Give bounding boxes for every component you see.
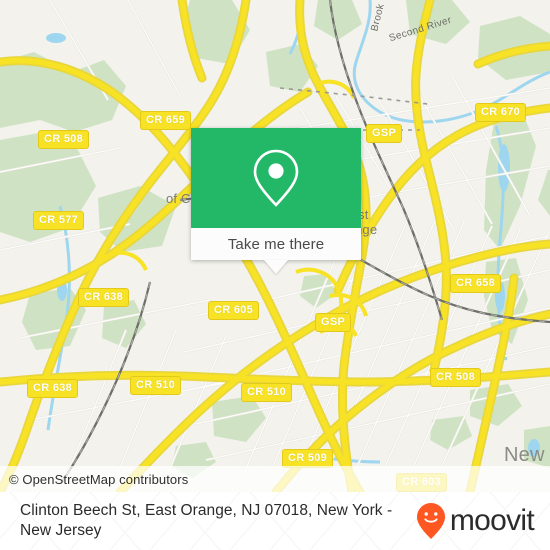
moovit-brand[interactable]: moovit xyxy=(416,502,542,540)
road-shield: GSP xyxy=(315,313,352,332)
map-canvas[interactable]: CR 659 CR 508 CR 670 GSP CR 577 CR 658 C… xyxy=(0,0,550,492)
footer-bar: Clinton Beech St, East Orange, NJ 07018,… xyxy=(0,492,550,550)
place-label: of C xyxy=(166,191,191,206)
map-pin-outline-icon xyxy=(253,149,299,207)
place-label: New xyxy=(504,444,545,466)
road-shield: CR 605 xyxy=(208,301,260,320)
road-shield: CR 638 xyxy=(27,379,79,398)
road-shield: CR 638 xyxy=(78,288,130,307)
map-screenshot: CR 659 CR 508 CR 670 GSP CR 577 CR 658 C… xyxy=(0,0,550,550)
moovit-wordmark: moovit xyxy=(449,504,535,537)
location-title: Clinton Beech St, East Orange, NJ 07018,… xyxy=(20,502,393,539)
callout-icon-area xyxy=(191,128,361,228)
road-shield: CR 510 xyxy=(241,383,293,402)
take-me-there-button[interactable]: Take me there xyxy=(191,228,361,260)
road-shield: CR 508 xyxy=(430,368,482,387)
road-shield: CR 510 xyxy=(130,376,182,395)
callout-pointer-tail xyxy=(264,260,288,274)
map-attribution-bar: © OpenStreetMap contributors xyxy=(0,466,550,492)
osm-attribution-text[interactable]: © OpenStreetMap contributors xyxy=(0,472,188,487)
location-callout-card[interactable]: Take me there xyxy=(191,128,361,274)
road-shield: CR 508 xyxy=(38,130,90,149)
moovit-smiley-pin-icon xyxy=(416,503,445,539)
take-me-there-label: Take me there xyxy=(227,235,325,253)
road-shield: CR 577 xyxy=(33,211,85,230)
road-shield: GSP xyxy=(366,124,403,143)
road-shield: CR 659 xyxy=(140,111,192,130)
road-shield: CR 670 xyxy=(475,103,527,122)
road-shield: CR 658 xyxy=(450,274,502,293)
